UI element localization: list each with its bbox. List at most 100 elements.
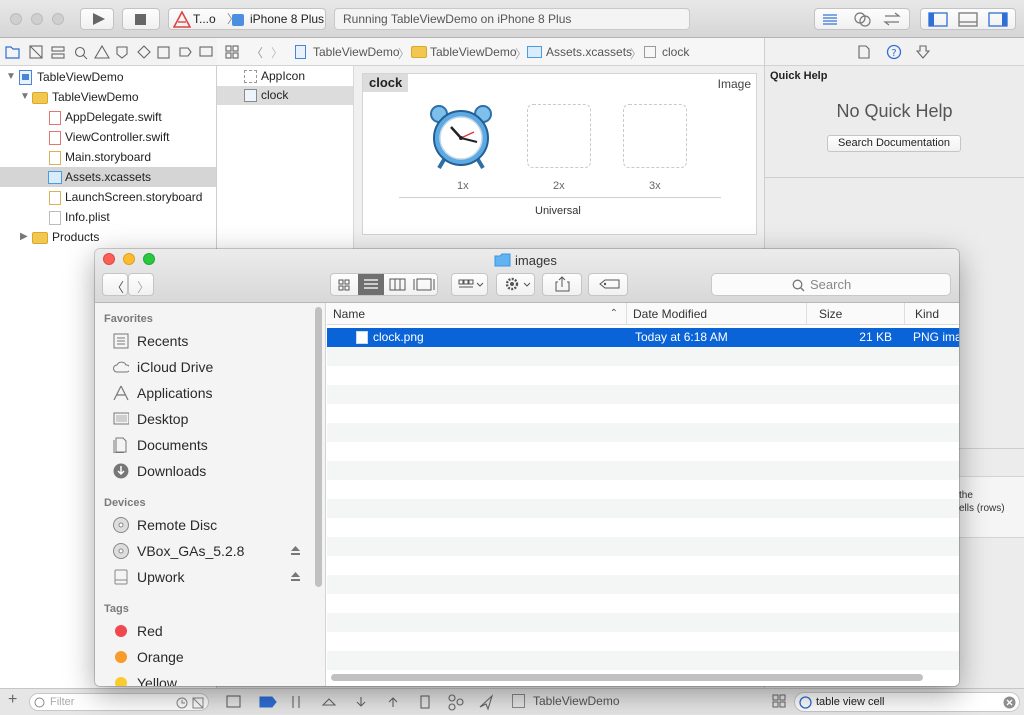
attributes-inspector-icon[interactable]	[916, 44, 930, 60]
column-header-kind[interactable]: Kind	[905, 303, 959, 325]
arrange-button[interactable]	[451, 273, 488, 296]
scm-filter-icon[interactable]	[192, 697, 204, 709]
sidebar-tag-orange[interactable]: Orange	[113, 646, 313, 668]
sidebar-item-documents[interactable]: Documents	[113, 434, 313, 456]
clear-search-icon[interactable]	[1003, 696, 1016, 709]
tree-row-group[interactable]: ▼ TableViewDemo	[0, 87, 216, 107]
slot-2x-empty[interactable]	[527, 104, 591, 168]
sidebar-item-remote-disc[interactable]: Remote Disc	[113, 514, 313, 536]
eject-icon[interactable]	[290, 545, 301, 556]
column-header-size[interactable]: Size	[807, 303, 905, 325]
empty-row	[327, 461, 959, 480]
debug-bar-icons[interactable]	[225, 693, 505, 711]
jump-crumb[interactable]: TableViewDemo	[313, 45, 400, 59]
scheme-name: T...o	[193, 12, 216, 26]
asset-item-selected[interactable]: clock	[217, 86, 353, 105]
tags-button[interactable]	[588, 273, 628, 296]
search-documentation-button[interactable]: Search Documentation	[827, 135, 961, 152]
asset-item[interactable]: AppIcon	[217, 66, 353, 86]
sidebar-item-desktop[interactable]: Desktop	[113, 408, 313, 430]
tree-row-file[interactable]: Info.plist	[0, 207, 216, 227]
jump-crumb[interactable]: Assets.xcassets	[546, 45, 632, 59]
cloud-icon	[113, 361, 129, 373]
sidebar-tag-red[interactable]: Red	[113, 620, 313, 642]
column-header-name[interactable]: Name ⌃	[327, 303, 627, 325]
sidebar-scrollbar[interactable]	[315, 307, 322, 587]
eject-icon[interactable]	[290, 571, 301, 582]
add-icon[interactable]: +	[8, 691, 17, 709]
library-filter-field[interactable]: table view cell	[794, 692, 1020, 712]
sidebar-item-applications[interactable]: Applications	[113, 382, 313, 404]
filter-icon	[34, 697, 45, 708]
sidebar-item-label: Orange	[137, 649, 184, 665]
view-toggle-control[interactable]	[920, 8, 1016, 30]
slot-1x-image[interactable]	[427, 102, 495, 170]
play-icon	[93, 13, 105, 25]
tree-row-project[interactable]: ▼ TableViewDemo	[0, 67, 216, 87]
minimize-window-button[interactable]	[31, 13, 43, 25]
finder-minimize-button[interactable]	[123, 253, 135, 265]
folder-icon	[32, 92, 48, 104]
file-date: Today at 6:18 AM	[635, 330, 728, 344]
alarm-clock-icon	[430, 105, 492, 170]
quick-help-icon[interactable]: ?	[886, 44, 902, 60]
horizontal-scrollbar[interactable]	[331, 674, 923, 681]
tree-row-file[interactable]: LaunchScreen.storyboard	[0, 187, 216, 207]
navigator-tab-icons[interactable]	[4, 44, 214, 60]
close-window-button[interactable]	[10, 13, 22, 25]
run-button[interactable]	[80, 8, 114, 30]
column-header-date[interactable]: Date Modified	[627, 303, 807, 325]
stop-button[interactable]	[122, 8, 160, 30]
editor-mode-control[interactable]	[814, 8, 910, 30]
finder-sidebar: Favorites Recents iCloud Drive Applicati…	[95, 303, 326, 686]
table-row-selected[interactable]: clock.png Today at 6:18 AM 21 KB PNG ima	[327, 328, 959, 347]
back-arrow-icon[interactable]: 〈	[251, 44, 263, 61]
forward-arrow-icon[interactable]: 〉	[271, 44, 283, 61]
recent-files-icon[interactable]	[176, 697, 188, 709]
tree-row-file[interactable]: Main.storyboard	[0, 147, 216, 167]
action-button[interactable]	[496, 273, 535, 296]
tree-row-file-selected[interactable]: Assets.xcassets	[0, 167, 216, 187]
tree-row-file[interactable]: ViewController.swift	[0, 127, 216, 147]
finder-zoom-button[interactable]	[143, 253, 155, 265]
scheme-selector[interactable]: T...o 〉 iPhone 8 Plus	[168, 8, 326, 30]
zoom-window-button[interactable]	[52, 13, 64, 25]
finder-search-field[interactable]: Search	[711, 273, 951, 296]
library-grid-icon[interactable]	[772, 694, 786, 708]
disclosure-open-icon[interactable]: ▼	[6, 67, 16, 87]
back-button[interactable]: 〈	[102, 273, 128, 296]
divider	[399, 197, 721, 198]
navigator-filter-field[interactable]: Filter	[29, 693, 209, 711]
jump-crumb[interactable]: TableViewDemo	[430, 45, 517, 59]
sidebar-item-downloads[interactable]: Downloads	[113, 460, 313, 482]
sidebar-item-icloud-drive[interactable]: iCloud Drive	[113, 356, 313, 378]
empty-row	[327, 442, 959, 461]
forward-button[interactable]: 〉	[128, 273, 154, 296]
tree-label: Info.plist	[65, 210, 110, 224]
forward-arrow-icon: 〉	[137, 280, 151, 295]
disclosure-closed-icon[interactable]: ▶	[20, 227, 28, 247]
tree-row-file[interactable]: AppDelegate.swift	[0, 107, 216, 127]
view-mode-control[interactable]	[330, 273, 438, 296]
sidebar-item-recents[interactable]: Recents	[113, 330, 313, 352]
sidebar-tag-yellow[interactable]: Yellow	[113, 672, 313, 686]
tag-icon	[599, 279, 620, 289]
finder-close-button[interactable]	[103, 253, 115, 265]
file-inspector-icon[interactable]	[858, 45, 870, 59]
image-set-icon	[244, 89, 257, 102]
disclosure-open-icon[interactable]: ▼	[20, 87, 30, 107]
tree-row-group[interactable]: ▶ Products	[0, 227, 216, 247]
related-items-icon[interactable]	[225, 45, 239, 59]
asset-label: AppIcon	[261, 69, 306, 83]
sidebar-item-vbox[interactable]: VBox_GAs_5.2.8	[113, 540, 313, 562]
filter-icon	[799, 696, 812, 709]
jump-crumb[interactable]: clock	[662, 45, 689, 59]
library-filter-value: table view cell	[816, 696, 885, 708]
slot-3x-empty[interactable]	[623, 104, 687, 168]
empty-row	[327, 404, 959, 423]
empty-row	[327, 366, 959, 385]
share-button[interactable]	[542, 273, 582, 296]
sidebar-item-upwork[interactable]: Upwork	[113, 566, 313, 588]
crumb-separator: 〉	[398, 47, 411, 61]
empty-row	[327, 594, 959, 613]
